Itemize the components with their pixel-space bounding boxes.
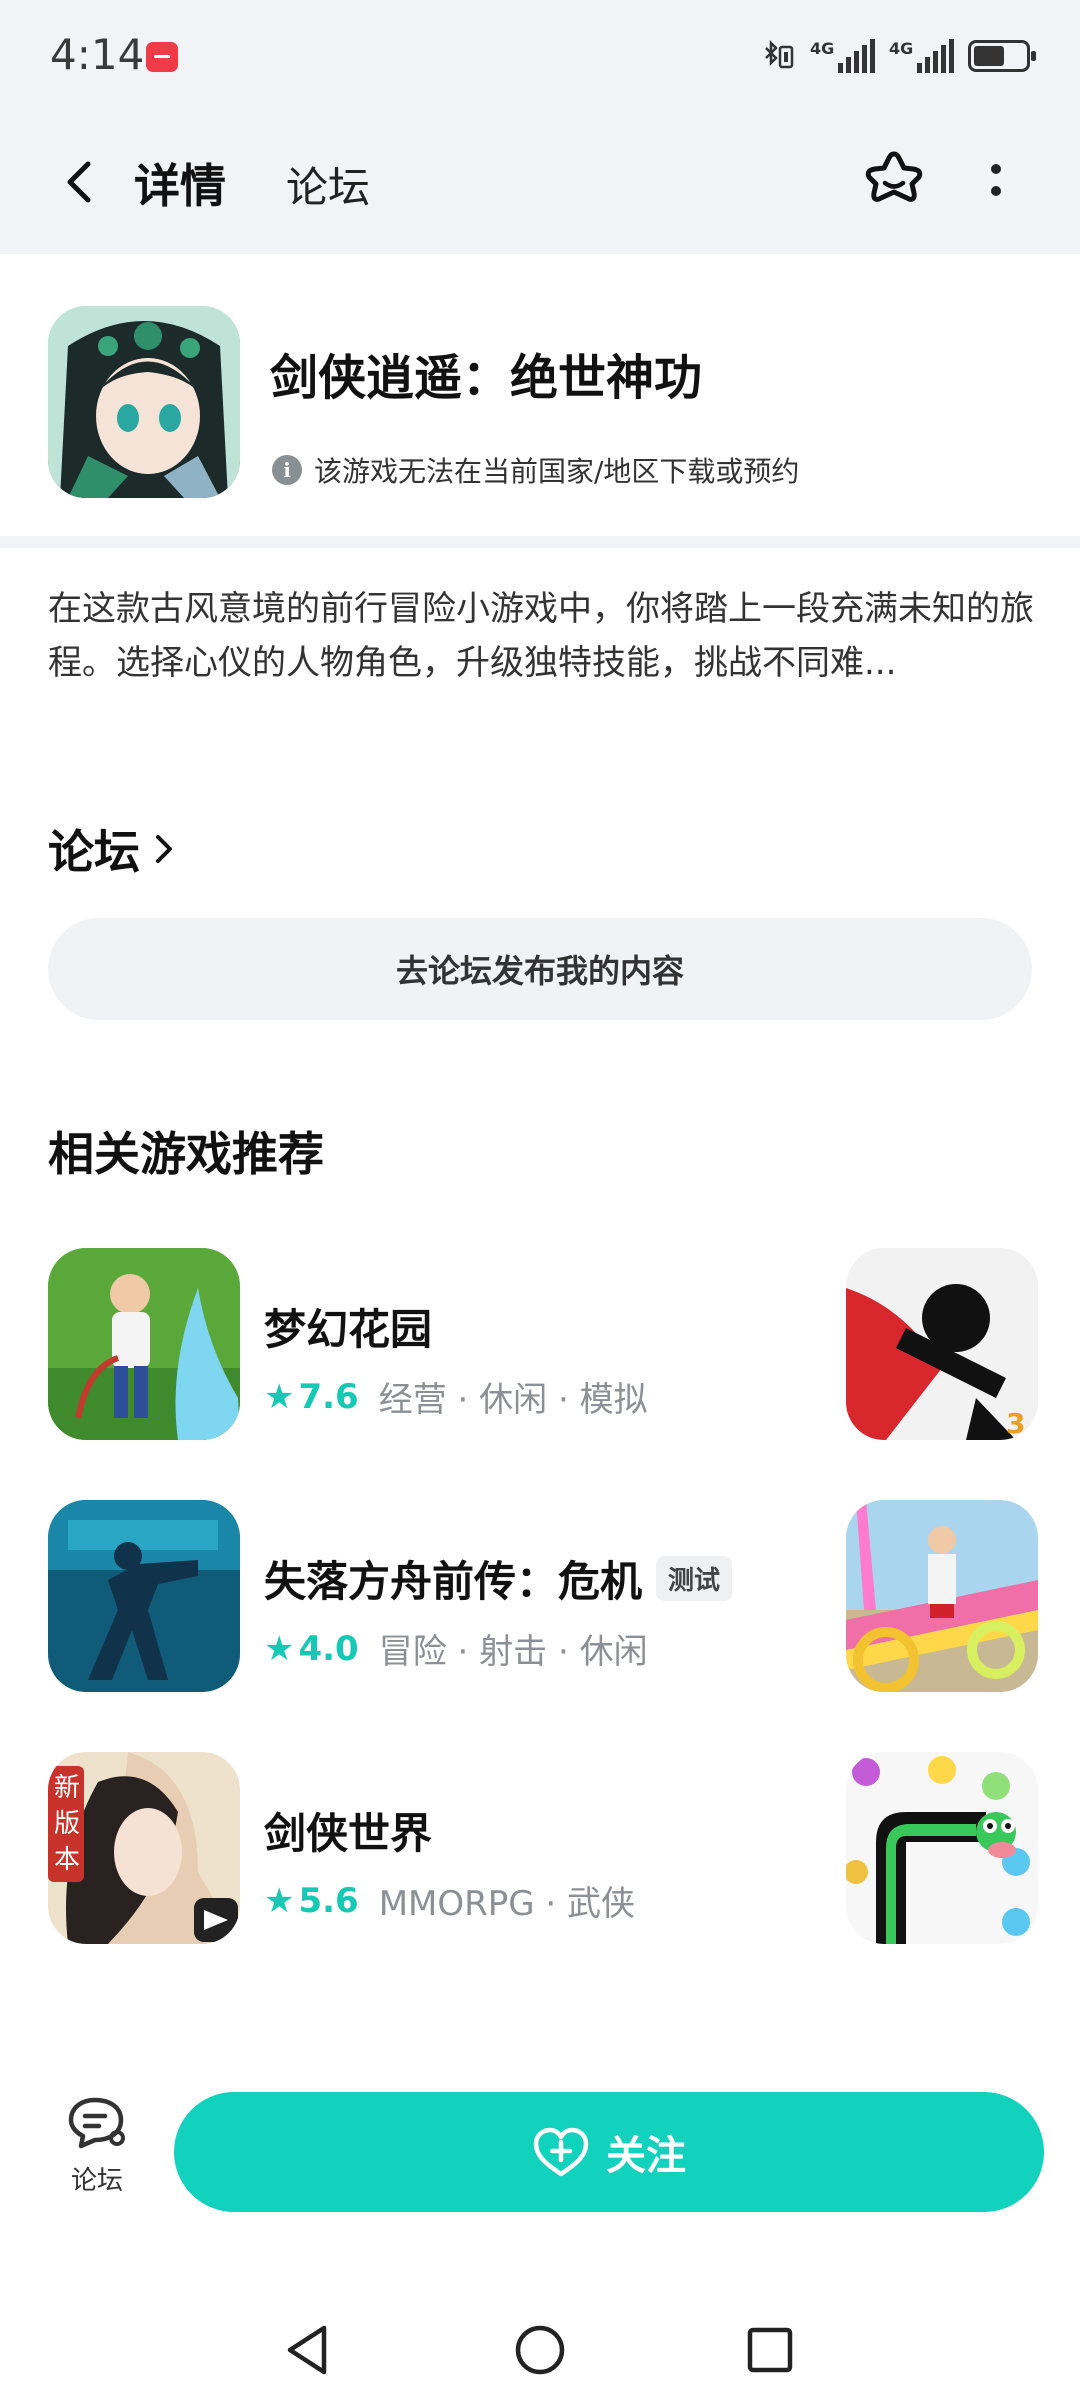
tab-forum[interactable]: 论坛 (286, 154, 370, 215)
forum-post-button[interactable]: 去论坛发布我的内容 (48, 918, 1032, 1020)
section-divider (0, 536, 1080, 548)
triangle-back-icon (287, 2325, 327, 2375)
star-icon (865, 151, 923, 202)
tab-detail[interactable]: 详情 (130, 150, 230, 226)
game-name: 梦幻花园 (264, 1305, 433, 1354)
star-icon: ★ (264, 1376, 295, 1417)
game-meta: ★ 5.6 MMORPG · 武侠 (264, 1876, 635, 1925)
game-rating: ★ 5.6 (264, 1880, 359, 1921)
notification-app-icon (146, 42, 178, 72)
star-icon: ★ (264, 1628, 295, 1669)
circle-home-icon (515, 2325, 565, 2375)
app-character-art (48, 306, 240, 498)
game-tags: 经营 · 休闲 · 模拟 (378, 1380, 648, 1420)
recommend-item[interactable]: 失落方舟前传：危机 测试 ★ 4.0 冒险 · 射击 · 休闲 (48, 1500, 838, 1692)
tab-detail-label: 详情 (134, 159, 226, 213)
recommend-item-peek[interactable] (846, 1752, 1038, 1944)
status-icons: 4G 4G (760, 34, 1036, 78)
system-nav-bar (0, 2290, 1080, 2400)
nav-back-button[interactable] (278, 2320, 338, 2380)
header: 详情 论坛 (0, 130, 1080, 240)
heart-plus-icon (533, 2127, 589, 2177)
app-description[interactable]: 在这款古风意境的前行冒险小游戏中，你将踏上一段充满未知的旅程。选择心仪的人物角色… (48, 582, 1038, 690)
svg-text:版: 版 (54, 1809, 80, 1839)
info-icon: i (272, 455, 302, 485)
game-tags: 冒险 · 射击 · 休闲 (378, 1632, 648, 1672)
game-icon (48, 1248, 240, 1440)
game-icon (48, 1500, 240, 1692)
forum-section-header[interactable]: 论坛 (48, 816, 178, 882)
signal-icon-1: 4G (810, 39, 875, 73)
signal-icon-2: 4G (889, 39, 954, 73)
svg-text:3: 3 (1006, 1407, 1025, 1440)
star-icon: ★ (264, 1880, 295, 1921)
battery-icon (968, 40, 1036, 72)
app-icon (48, 306, 240, 498)
more-options-button[interactable] (976, 144, 1016, 216)
tab-active-indicator (130, 212, 230, 226)
recommend-item-peek[interactable]: 3 (846, 1248, 1038, 1440)
back-arrow-icon (67, 161, 91, 203)
game-rating: ★ 4.0 (264, 1628, 359, 1669)
nav-recents-button[interactable] (740, 2320, 800, 2380)
game-rating: ★ 7.6 (264, 1376, 359, 1417)
tab-forum-label: 论坛 (286, 163, 371, 212)
recommend-item[interactable]: 新 版 本 剑侠世界 ★ 5.6 MMORPG · 武侠 (48, 1752, 838, 1944)
recommend-section-title: 相关游戏推荐 (48, 1127, 324, 1181)
chevron-right-icon (156, 835, 172, 863)
top-area: 4:14 4G 4G 详情 论坛 (0, 0, 1080, 254)
region-notice: i 该游戏无法在当前国家/地区下载或预约 (272, 450, 799, 490)
favorite-button[interactable] (858, 144, 930, 216)
region-notice-text: 该游戏无法在当前国家/地区下载或预约 (314, 455, 800, 488)
game-name: 失落方舟前传：危机 测试 (264, 1548, 733, 1609)
game-meta: ★ 7.6 经营 · 休闲 · 模拟 (264, 1372, 648, 1421)
recommend-item[interactable]: 梦幻花园 ★ 7.6 经营 · 休闲 · 模拟 (48, 1248, 838, 1440)
game-icon: 新 版 本 (48, 1752, 240, 1944)
follow-button[interactable]: 关注 (174, 2092, 1044, 2212)
game-name: 剑侠世界 (264, 1809, 433, 1858)
game-meta: ★ 4.0 冒险 · 射击 · 休闲 (264, 1624, 648, 1673)
forum-section-title: 论坛 (48, 825, 140, 879)
test-badge: 测试 (656, 1556, 733, 1601)
recommend-item-peek[interactable] (846, 1500, 1038, 1692)
forum-chat-icon (68, 2097, 125, 2149)
svg-text:新: 新 (54, 1773, 80, 1803)
bottom-forum-button[interactable]: 论坛 (52, 2094, 142, 2197)
nav-home-button[interactable] (510, 2320, 570, 2380)
follow-button-label: 关注 (606, 2133, 686, 2179)
back-button[interactable] (52, 154, 108, 210)
bottom-forum-label: 论坛 (70, 2166, 123, 2196)
app-title: 剑侠逍遥：绝世神功 (270, 350, 703, 406)
game-tags: MMORPG · 武侠 (378, 1884, 636, 1924)
bottom-action-bar: 论坛 关注 (0, 2070, 1080, 2230)
status-time: 4:14 (50, 30, 145, 79)
status-bar: 4:14 4G 4G (0, 0, 1080, 110)
square-recents-icon (747, 2327, 793, 2373)
svg-text:本: 本 (54, 1845, 80, 1875)
bluetooth-vibrate-icon (765, 39, 794, 69)
